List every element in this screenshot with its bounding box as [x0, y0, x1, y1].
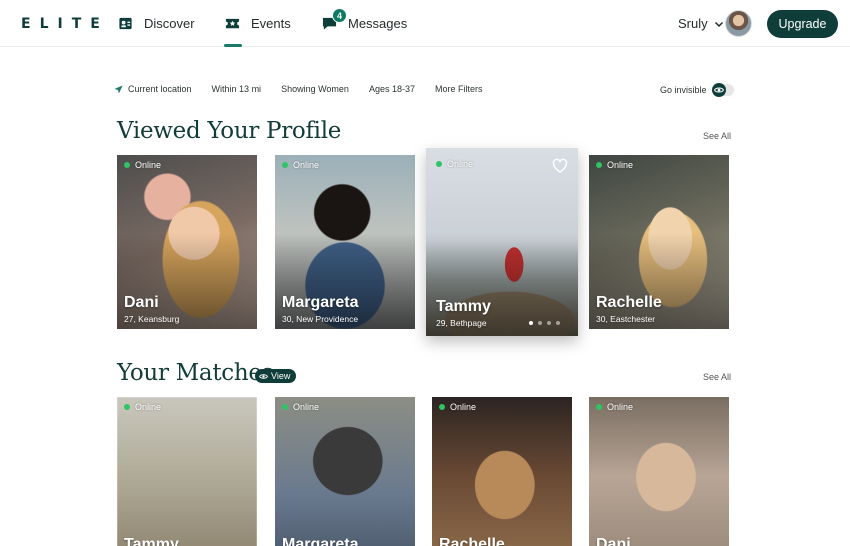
filter-distance-label: Within 13 mi — [211, 84, 262, 94]
online-label: Online — [447, 159, 474, 169]
online-status: Online — [436, 159, 473, 169]
profile-age-location: 30, New Providence — [282, 314, 359, 324]
online-status: Online — [439, 402, 476, 412]
online-status: Online — [282, 402, 319, 412]
chevron-down-icon — [714, 21, 723, 27]
online-dot — [439, 404, 445, 410]
online-dot — [124, 404, 130, 410]
filter-more[interactable]: More Filters — [435, 84, 483, 94]
online-status: Online — [124, 402, 161, 412]
profile-age-location: 27, Keansburg — [124, 314, 180, 324]
blurred-photo — [589, 397, 729, 546]
matches-see-all-link[interactable]: See All — [703, 372, 731, 382]
brand-logo[interactable]: ELITE — [21, 16, 109, 32]
match-name: Dani — [596, 536, 631, 546]
online-status: Online — [124, 160, 161, 170]
profile-name: Dani — [124, 294, 159, 311]
nav-events[interactable]: Events — [224, 0, 291, 47]
online-dot — [282, 162, 288, 168]
nav-messages[interactable]: Messages 4 — [322, 0, 407, 47]
match-card-rachelle[interactable]: Online Rachelle — [432, 397, 572, 546]
match-card-tammy[interactable]: Online Tammy — [117, 397, 257, 546]
invisible-switch[interactable] — [711, 83, 734, 97]
online-label: Online — [293, 160, 320, 170]
match-name: Margareta — [282, 536, 359, 546]
blurred-photo — [117, 397, 257, 546]
section-title-matches: Your Matches — [117, 360, 274, 386]
profile-card-dani[interactable]: Online Dani 27, Keansburg — [117, 155, 257, 329]
pager-dot[interactable] — [538, 321, 542, 325]
nav-messages-label: Messages — [348, 16, 408, 31]
user-name: Sruly — [678, 16, 708, 31]
pager-dot-active[interactable] — [529, 321, 533, 325]
online-status: Online — [282, 160, 319, 170]
match-card-dani[interactable]: Online Dani — [589, 397, 729, 546]
pager-dot[interactable] — [547, 321, 551, 325]
online-status: Online — [596, 402, 633, 412]
blurred-photo — [275, 397, 415, 546]
filter-gender-label: Showing Women — [281, 84, 349, 94]
matches-view-button[interactable]: View — [255, 369, 297, 383]
location-arrow-icon — [114, 84, 123, 94]
heart-icon[interactable] — [552, 158, 568, 174]
nav-events-label: Events — [251, 16, 291, 31]
online-dot — [436, 161, 442, 167]
profile-card-tammy[interactable]: Online Tammy 29, Bethpage — [426, 148, 578, 336]
blurred-photo — [432, 397, 572, 546]
matches-view-label: View — [271, 371, 291, 381]
online-dot — [596, 162, 602, 168]
online-label: Online — [293, 402, 320, 412]
user-avatar[interactable] — [725, 10, 752, 37]
filter-distance[interactable]: Within 13 mi — [212, 84, 262, 94]
go-invisible-toggle[interactable]: Go invisible — [660, 83, 734, 97]
pager-dot[interactable] — [556, 321, 560, 325]
eye-icon — [711, 83, 726, 97]
eye-icon — [259, 373, 268, 379]
section-title-viewed: Viewed Your Profile — [117, 118, 342, 144]
filter-ages[interactable]: Ages 18-37 — [369, 84, 415, 94]
match-name: Tammy — [124, 536, 179, 546]
profile-card-margareta[interactable]: Online Margareta 30, New Providence — [275, 155, 415, 329]
match-card-margareta[interactable]: Online Margareta — [275, 397, 415, 546]
online-status: Online — [596, 160, 633, 170]
photo-pager[interactable] — [529, 321, 560, 325]
upgrade-button[interactable]: Upgrade — [767, 10, 838, 38]
filter-gender[interactable]: Showing Women — [281, 84, 349, 94]
profile-card-rachelle[interactable]: Online Rachelle 30, Eastchester — [589, 155, 729, 329]
filter-location[interactable]: Current location — [114, 84, 192, 94]
profile-age-location: 30, Eastchester — [596, 314, 656, 324]
filter-more-label: More Filters — [434, 84, 483, 94]
go-invisible-label: Go invisible — [660, 85, 707, 95]
active-tab-indicator — [224, 44, 242, 47]
online-label: Online — [135, 402, 162, 412]
profile-name: Tammy — [436, 298, 491, 315]
filter-location-label: Current location — [128, 84, 192, 94]
user-menu[interactable]: Sruly — [678, 0, 724, 47]
online-dot — [124, 162, 130, 168]
viewed-see-all-link[interactable]: See All — [703, 131, 731, 141]
online-label: Online — [450, 402, 477, 412]
top-navigation-bar: ELITE Discover Events Messages 4 Sruly U… — [0, 0, 850, 47]
messages-count-badge: 4 — [332, 8, 347, 23]
filter-ages-label: Ages 18-37 — [368, 84, 415, 94]
profile-name: Rachelle — [596, 294, 662, 311]
profile-age-location: 29, Bethpage — [436, 318, 487, 328]
filter-bar: Current location Within 13 mi Showing Wo… — [114, 84, 503, 94]
nav-discover[interactable]: Discover — [118, 0, 195, 47]
online-label: Online — [135, 160, 162, 170]
online-label: Online — [607, 402, 634, 412]
match-name: Rachelle — [439, 536, 505, 546]
online-dot — [596, 404, 602, 410]
online-label: Online — [607, 160, 634, 170]
profile-name: Margareta — [282, 294, 359, 311]
id-card-icon — [119, 17, 132, 30]
nav-discover-label: Discover — [144, 16, 195, 31]
online-dot — [282, 404, 288, 410]
ticket-star-icon — [225, 18, 240, 29]
